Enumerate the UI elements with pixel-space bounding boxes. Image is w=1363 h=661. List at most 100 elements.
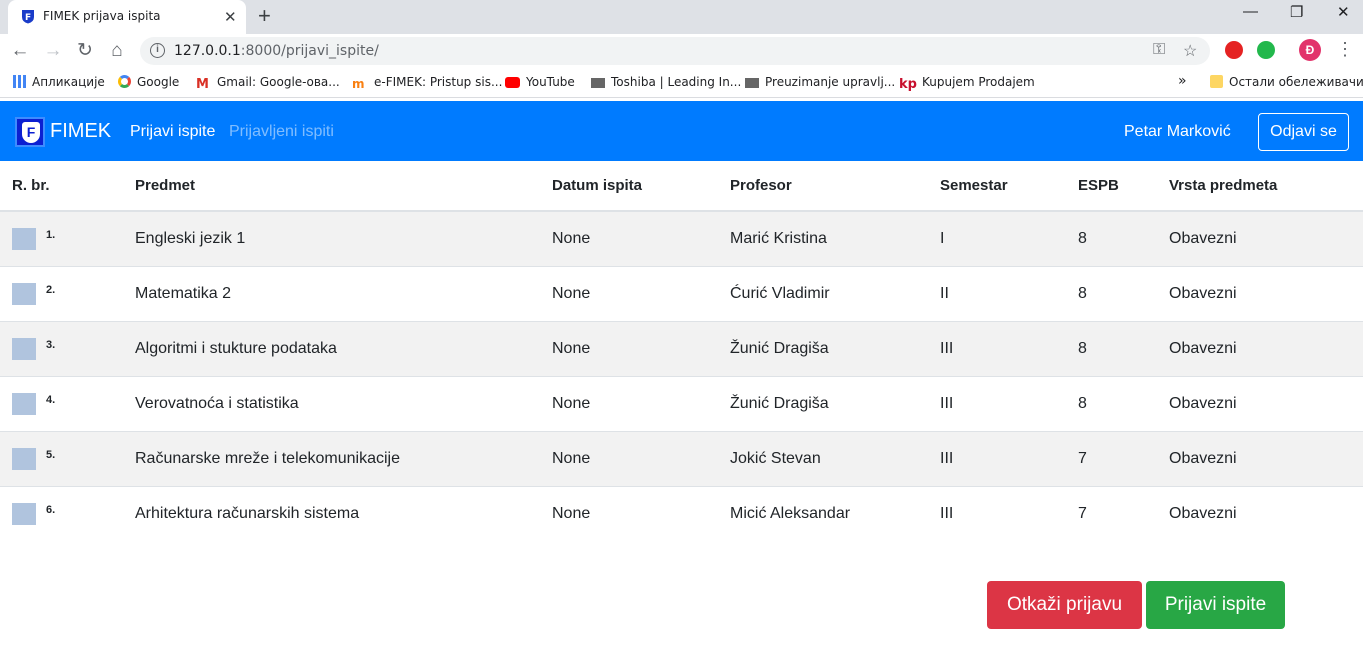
info-icon[interactable]: i [150, 43, 165, 58]
predmet-cell: Matematika 2 [123, 265, 540, 321]
rb-cell: 1. [0, 210, 123, 266]
bookmark-label: Google [137, 75, 180, 89]
browser-tab[interactable]: F FIMEK prijava ispita ✕ [8, 0, 246, 34]
bookmark-label: Gmail: Google-ова... [217, 75, 340, 89]
browser-toolbar: ← → ↻ ⌂ i 127.0.0.1:8000/prijavi_ispite/… [0, 34, 1363, 68]
rb-cell: 4. [0, 375, 123, 431]
semestar-cell: III [928, 485, 1066, 541]
predmet-cell: Algoritmi i stukture podataka [123, 320, 540, 376]
select-checkbox[interactable] [12, 392, 36, 415]
rb-cell: 6. [0, 485, 123, 541]
row-number: 6. [46, 503, 56, 516]
register-exams-button[interactable]: Prijavi ispite [1146, 581, 1285, 629]
logo-letter: F [26, 124, 36, 140]
tab-close-icon[interactable]: ✕ [224, 8, 237, 26]
bookmarks-bar: Апликације Google M Gmail: Google-ова... … [0, 68, 1363, 98]
bookmark-label: Toshiba | Leading In... [611, 75, 742, 89]
tab-title: FIMEK prijava ispita [43, 9, 161, 23]
column-header: Profesor [718, 161, 928, 212]
browser-tab-strip: F FIMEK prijava ispita ✕ + — ❐ ✕ [0, 0, 1363, 34]
select-checkbox[interactable] [12, 337, 36, 360]
star-icon[interactable]: ☆ [1183, 41, 1197, 61]
brand-name[interactable]: FIMEK [50, 120, 111, 143]
bookmark-apps[interactable]: Апликације [13, 75, 105, 89]
profesor-cell: Žunić Dragiša [718, 375, 928, 431]
bookmark-youtube[interactable]: YouTube [505, 75, 575, 89]
bookmark-label: YouTube [526, 75, 575, 89]
espb-cell: 7 [1066, 430, 1157, 486]
toshiba-icon [591, 78, 605, 88]
cancel-registration-button[interactable]: Otkaži prijavu [987, 581, 1142, 629]
rb-cell: 2. [0, 265, 123, 321]
bookmark-preuzimanje[interactable]: Preuzimanje upravlj... [745, 75, 895, 89]
url-path: :8000/prijavi_ispite/ [240, 43, 379, 59]
fimek-logo[interactable]: F [15, 117, 45, 147]
semestar-cell: III [928, 320, 1066, 376]
profesor-cell: Žunić Dragiša [718, 320, 928, 376]
bookmark-gmail[interactable]: M Gmail: Google-ова... [196, 75, 340, 92]
select-checkbox[interactable] [12, 282, 36, 305]
row-number: 5. [46, 448, 56, 461]
bookmark-label: Остали обележивачи [1229, 75, 1363, 89]
select-checkbox[interactable] [12, 502, 36, 525]
new-tab-icon[interactable]: + [258, 4, 271, 28]
check-extension-icon[interactable] [1257, 41, 1275, 59]
minimize-icon[interactable]: — [1243, 3, 1258, 20]
youtube-icon [505, 77, 520, 88]
moodle-icon: m [352, 77, 365, 91]
close-window-icon[interactable]: ✕ [1337, 3, 1350, 21]
select-checkbox[interactable] [12, 227, 36, 250]
nav-prijavi-ispite[interactable]: Prijavi ispite [130, 123, 215, 141]
other-bookmarks[interactable]: Остали обележивачи [1210, 75, 1363, 89]
nav-prijavljeni-ispiti[interactable]: Prijavljeni ispiti [229, 123, 334, 141]
datum-cell: None [540, 375, 718, 431]
column-header: R. br. [0, 161, 123, 212]
more-bookmarks-icon[interactable]: » [1178, 73, 1187, 89]
rb-cell: 5. [0, 430, 123, 486]
key-icon[interactable]: ⚿ [1153, 41, 1165, 59]
gmail-icon: M [196, 77, 209, 92]
column-header: ESPB [1066, 161, 1157, 212]
datum-cell: None [540, 485, 718, 541]
google-icon [118, 75, 131, 88]
datum-cell: None [540, 430, 718, 486]
bookmark-toshiba[interactable]: Toshiba | Leading In... [591, 75, 741, 89]
datum-cell: None [540, 265, 718, 321]
fimek-shield-icon: F [22, 122, 40, 143]
home-icon[interactable]: ⌂ [106, 40, 128, 62]
address-bar[interactable]: i 127.0.0.1:8000/prijavi_ispite/ ⚿ ☆ [140, 37, 1210, 65]
fimek-shield-icon: F [22, 10, 34, 24]
profile-avatar[interactable]: Đ [1299, 39, 1321, 61]
row-number: 2. [46, 283, 56, 296]
exams-table: R. br. Predmet Datum ispita Profesor Sem… [0, 161, 1363, 541]
bookmark-google[interactable]: Google [118, 75, 179, 89]
vrsta-cell: Obavezni [1157, 485, 1363, 541]
bookmark-kp[interactable]: kp Kupujem Prodajem [899, 75, 1035, 92]
espb-cell: 7 [1066, 485, 1157, 541]
menu-dots-icon[interactable]: ⋮ [1336, 39, 1354, 60]
semestar-cell: II [928, 265, 1066, 321]
url-text[interactable]: 127.0.0.1:8000/prijavi_ispite/ [174, 43, 379, 59]
bookmark-label: Апликације [32, 75, 105, 89]
column-header: Semestar [928, 161, 1066, 212]
adblock-extension-icon[interactable] [1225, 41, 1243, 59]
forward-icon[interactable]: → [42, 40, 64, 62]
logout-button[interactable]: Odjavi se [1258, 113, 1349, 151]
user-name: Petar Marković [1124, 123, 1231, 140]
apps-icon [13, 75, 26, 88]
select-checkbox[interactable] [12, 447, 36, 470]
toshiba-icon [745, 78, 759, 88]
bookmark-label: e-FIMEK: Pristup sis... [374, 75, 503, 89]
table-row: 3. Algoritmi i stukture podataka None Žu… [0, 320, 1363, 376]
semestar-cell: III [928, 375, 1066, 431]
column-header: Predmet [123, 161, 540, 212]
predmet-cell: Verovatnoća i statistika [123, 375, 540, 431]
reload-icon[interactable]: ↻ [74, 40, 96, 62]
semestar-cell: III [928, 430, 1066, 486]
bookmark-efimek[interactable]: m e-FIMEK: Pristup sis... [352, 75, 503, 91]
table-row: 4. Verovatnoća i statistika None Žunić D… [0, 375, 1363, 431]
profesor-cell: Marić Kristina [718, 210, 928, 266]
back-icon[interactable]: ← [9, 40, 31, 62]
predmet-cell: Engleski jezik 1 [123, 210, 540, 266]
restore-icon[interactable]: ❐ [1290, 3, 1303, 21]
